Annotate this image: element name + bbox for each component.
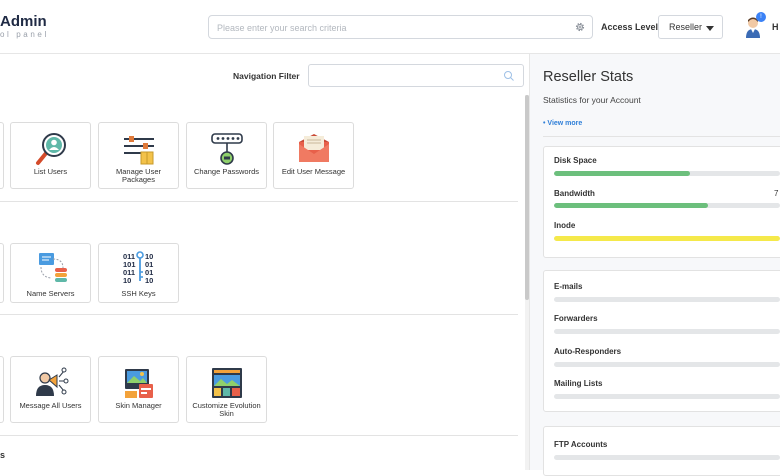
skin-manager-icon (124, 369, 153, 398)
stat-value-bandwidth: 7 (774, 189, 779, 198)
tile-skin-manager[interactable]: Skin Manager (98, 356, 179, 423)
tile-edit-user-message[interactable]: Edit User Message (273, 122, 354, 189)
gear-icon[interactable] (574, 21, 586, 33)
stat-label-auto-responders: Auto-Responders (554, 347, 622, 356)
ftp-accounts-bar (554, 455, 780, 460)
reseller-stats-title: Reseller Stats (543, 69, 634, 85)
caret-down-icon (706, 26, 714, 31)
svg-text:10: 10 (123, 276, 131, 284)
stat-label-forwarders: Forwarders (554, 314, 598, 323)
stat-label-disk-space: Disk Space (554, 156, 597, 165)
reseller-stats-subtitle: Statistics for your Account (543, 95, 641, 105)
stats-divider (543, 136, 780, 137)
sliders-package-icon (123, 136, 154, 165)
bar-fill (554, 236, 780, 241)
stats-card-email (543, 270, 780, 412)
tile-partial[interactable] (0, 243, 4, 303)
access-level-value: Reseller (669, 22, 703, 32)
navigation-filter-input[interactable] (308, 64, 524, 87)
logo-subtitle: ol panel (0, 30, 49, 39)
envelope-icon (298, 134, 329, 162)
auto-responders-bar (554, 362, 780, 367)
tile-label: Customize Evolution Skin (192, 401, 261, 418)
forwarders-bar (554, 329, 780, 334)
tile-label: List Users (33, 167, 68, 176)
tile-customize-evolution-skin[interactable]: Customize Evolution Skin (186, 356, 267, 423)
password-key-icon (210, 133, 243, 165)
section-divider (0, 435, 518, 436)
ssh-key-icon: 011 10 101 01 011 01 10 10 (123, 251, 153, 284)
mailing-lists-bar (554, 394, 780, 399)
user-name[interactable]: H (772, 22, 779, 32)
notification-badge: ! (756, 12, 766, 22)
logo-title[interactable]: Admin (0, 13, 47, 30)
global-search (208, 15, 593, 39)
stat-label-ftp-accounts: FTP Accounts (554, 440, 608, 449)
tile-label: SSH Keys (121, 289, 156, 298)
tile-change-passwords[interactable]: Change Passwords (186, 122, 267, 189)
tile-message-all-users[interactable]: Message All Users (10, 356, 91, 423)
tile-name-servers[interactable]: Name Servers (10, 243, 91, 303)
tile-label: Message All Users (19, 401, 82, 410)
inode-bar (554, 236, 780, 241)
tile-list-users[interactable]: List Users (10, 122, 91, 189)
tile-ssh-keys[interactable]: 011 10 101 01 011 01 10 10 SSH Keys (98, 243, 179, 303)
stat-label-emails: E-mails (554, 282, 583, 291)
stat-label-inode: Inode (554, 221, 576, 230)
broadcast-user-icon (35, 367, 68, 396)
svg-text:10: 10 (145, 276, 153, 284)
tile-partial[interactable] (0, 122, 4, 189)
access-level-label: Access Level (601, 22, 659, 32)
navigation-filter-label: Navigation Filter (233, 71, 300, 81)
stats-card-ftp (543, 426, 780, 476)
tile-label: Edit User Message (281, 167, 346, 176)
disk-space-bar (554, 171, 780, 176)
tile-label: Skin Manager (115, 401, 162, 410)
tile-label: Name Servers (26, 289, 75, 298)
bandwidth-bar (554, 203, 780, 208)
view-more-link[interactable]: • View more (543, 120, 582, 127)
magnifier-user-icon (35, 133, 66, 165)
bar-fill (554, 171, 690, 176)
bar-fill (554, 203, 708, 208)
name-server-icon (38, 253, 67, 282)
section-divider (0, 314, 518, 315)
access-level-select[interactable]: Reseller (658, 15, 723, 39)
customize-skin-icon (211, 368, 242, 398)
search-input[interactable] (217, 19, 577, 36)
stat-label-mailing-lists: Mailing Lists (554, 379, 603, 388)
tile-label: Change Passwords (193, 167, 260, 176)
tile-manage-user-packages[interactable]: Manage User Packages (98, 122, 179, 189)
top-header: Admin ol panel Access Level Reseller ! H (0, 0, 780, 54)
search-icon (504, 71, 514, 81)
section-heading-partial: s (0, 450, 6, 460)
stat-label-bandwidth: Bandwidth (554, 189, 595, 198)
tile-label: Manage User Packages (115, 167, 162, 184)
tile-partial[interactable] (0, 356, 4, 423)
emails-bar (554, 297, 780, 302)
section-divider (0, 201, 518, 202)
